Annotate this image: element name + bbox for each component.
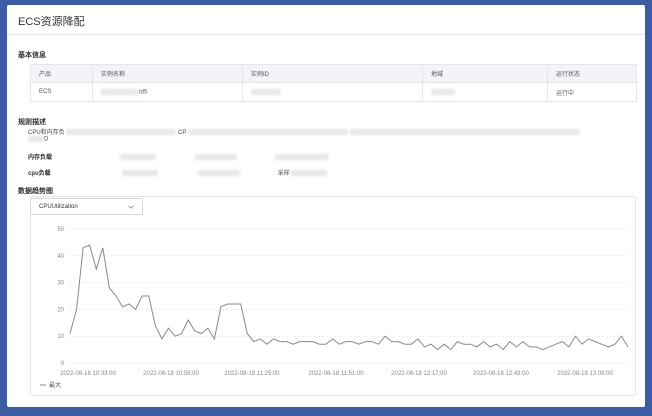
cell-instance-name[interactable]: td5 xyxy=(92,82,243,102)
redacted-text xyxy=(66,129,177,136)
metric-select[interactable]: CPUUtilization xyxy=(30,198,143,215)
redacted-text xyxy=(291,170,328,177)
redacted-text xyxy=(28,136,44,142)
x-tick-label: 2022-08-18 11:25:00 xyxy=(224,371,280,377)
col-region: 地域 xyxy=(422,64,548,83)
memory-load-row: 内存负载 xyxy=(28,152,628,161)
redacted-text xyxy=(119,154,156,161)
table-header-row: 产品 实例名称 实例ID 地域 运行状态 xyxy=(30,64,637,83)
cell-region xyxy=(422,82,548,102)
rule-description-line1: CPU和内存负 CP xyxy=(28,127,638,136)
redacted-text xyxy=(122,170,159,177)
y-tick-label: 40 xyxy=(57,254,64,260)
chevron-down-icon xyxy=(128,205,134,209)
metric-select-value: CPUUtilization xyxy=(39,204,78,210)
redacted-text xyxy=(275,154,330,161)
y-tick-label: 0 xyxy=(61,361,65,367)
series-line xyxy=(69,244,629,351)
rule-text-mid: CP xyxy=(178,130,187,136)
table-row[interactable]: ECS td5 运行中 xyxy=(30,82,637,102)
redacted-text xyxy=(349,129,580,136)
y-tick-label: 10 xyxy=(57,334,64,340)
x-tick-label: 2022-08-18 11:51:00 xyxy=(308,371,364,377)
trend-heading: 数据趋势图 xyxy=(18,188,53,195)
redacted-text xyxy=(198,170,241,177)
instance-table: 产品 实例名称 实例ID 地域 运行状态 ECS td5 运行中 xyxy=(30,64,637,102)
x-tick-label: 2022-08-18 10:33:00 xyxy=(60,371,116,377)
cell-product: ECS xyxy=(30,82,93,102)
redacted-text xyxy=(187,129,348,136)
rule-desc-heading: 规则描述 xyxy=(18,119,46,126)
col-instance-id: 实例ID xyxy=(242,64,423,83)
rule-text-end: D xyxy=(44,136,49,143)
x-tick-label: 2022-08-18 10:59:00 xyxy=(143,371,199,377)
instance-name-suffix: td5 xyxy=(139,89,148,96)
col-status: 运行状态 xyxy=(547,64,637,83)
x-tick-label: 2022-08-18 12:43:00 xyxy=(473,371,529,377)
redacted-text xyxy=(101,88,139,95)
x-tick-label: 2022-08-18 12:17:00 xyxy=(391,371,447,377)
rule-description-line2: D xyxy=(28,136,48,143)
redacted-text xyxy=(195,154,238,161)
col-product: 产品 xyxy=(30,64,93,83)
basic-info-heading: 基本信息 xyxy=(18,52,46,59)
cpu-load-row: cpu负载 采样 xyxy=(28,168,628,177)
y-tick-label: 30 xyxy=(57,281,64,287)
window-title: ECS资源降配 xyxy=(18,16,85,28)
legend-label: 最大 xyxy=(49,381,61,389)
memory-load-label: 内存负载 xyxy=(28,155,53,161)
cell-instance-id[interactable] xyxy=(242,82,423,102)
cpu-utilization-chart: 0 10 20 30 40 50 2022-08-18 10:33:00 2022-08-18… xyxy=(40,227,629,389)
redacted-text xyxy=(431,88,455,95)
title-divider xyxy=(7,34,645,35)
x-tick-label: 2022-08-18 13:09:00 xyxy=(557,371,613,377)
y-tick-label: 20 xyxy=(57,307,64,313)
col-instance-name: 实例名称 xyxy=(92,64,243,83)
y-tick-label: 50 xyxy=(57,227,64,233)
cell-status: 运行中 xyxy=(547,82,637,102)
cpu-load-label: cpu负载 xyxy=(28,171,51,177)
cpu-extra-label: 采样 xyxy=(277,171,290,177)
redacted-text xyxy=(251,88,281,95)
